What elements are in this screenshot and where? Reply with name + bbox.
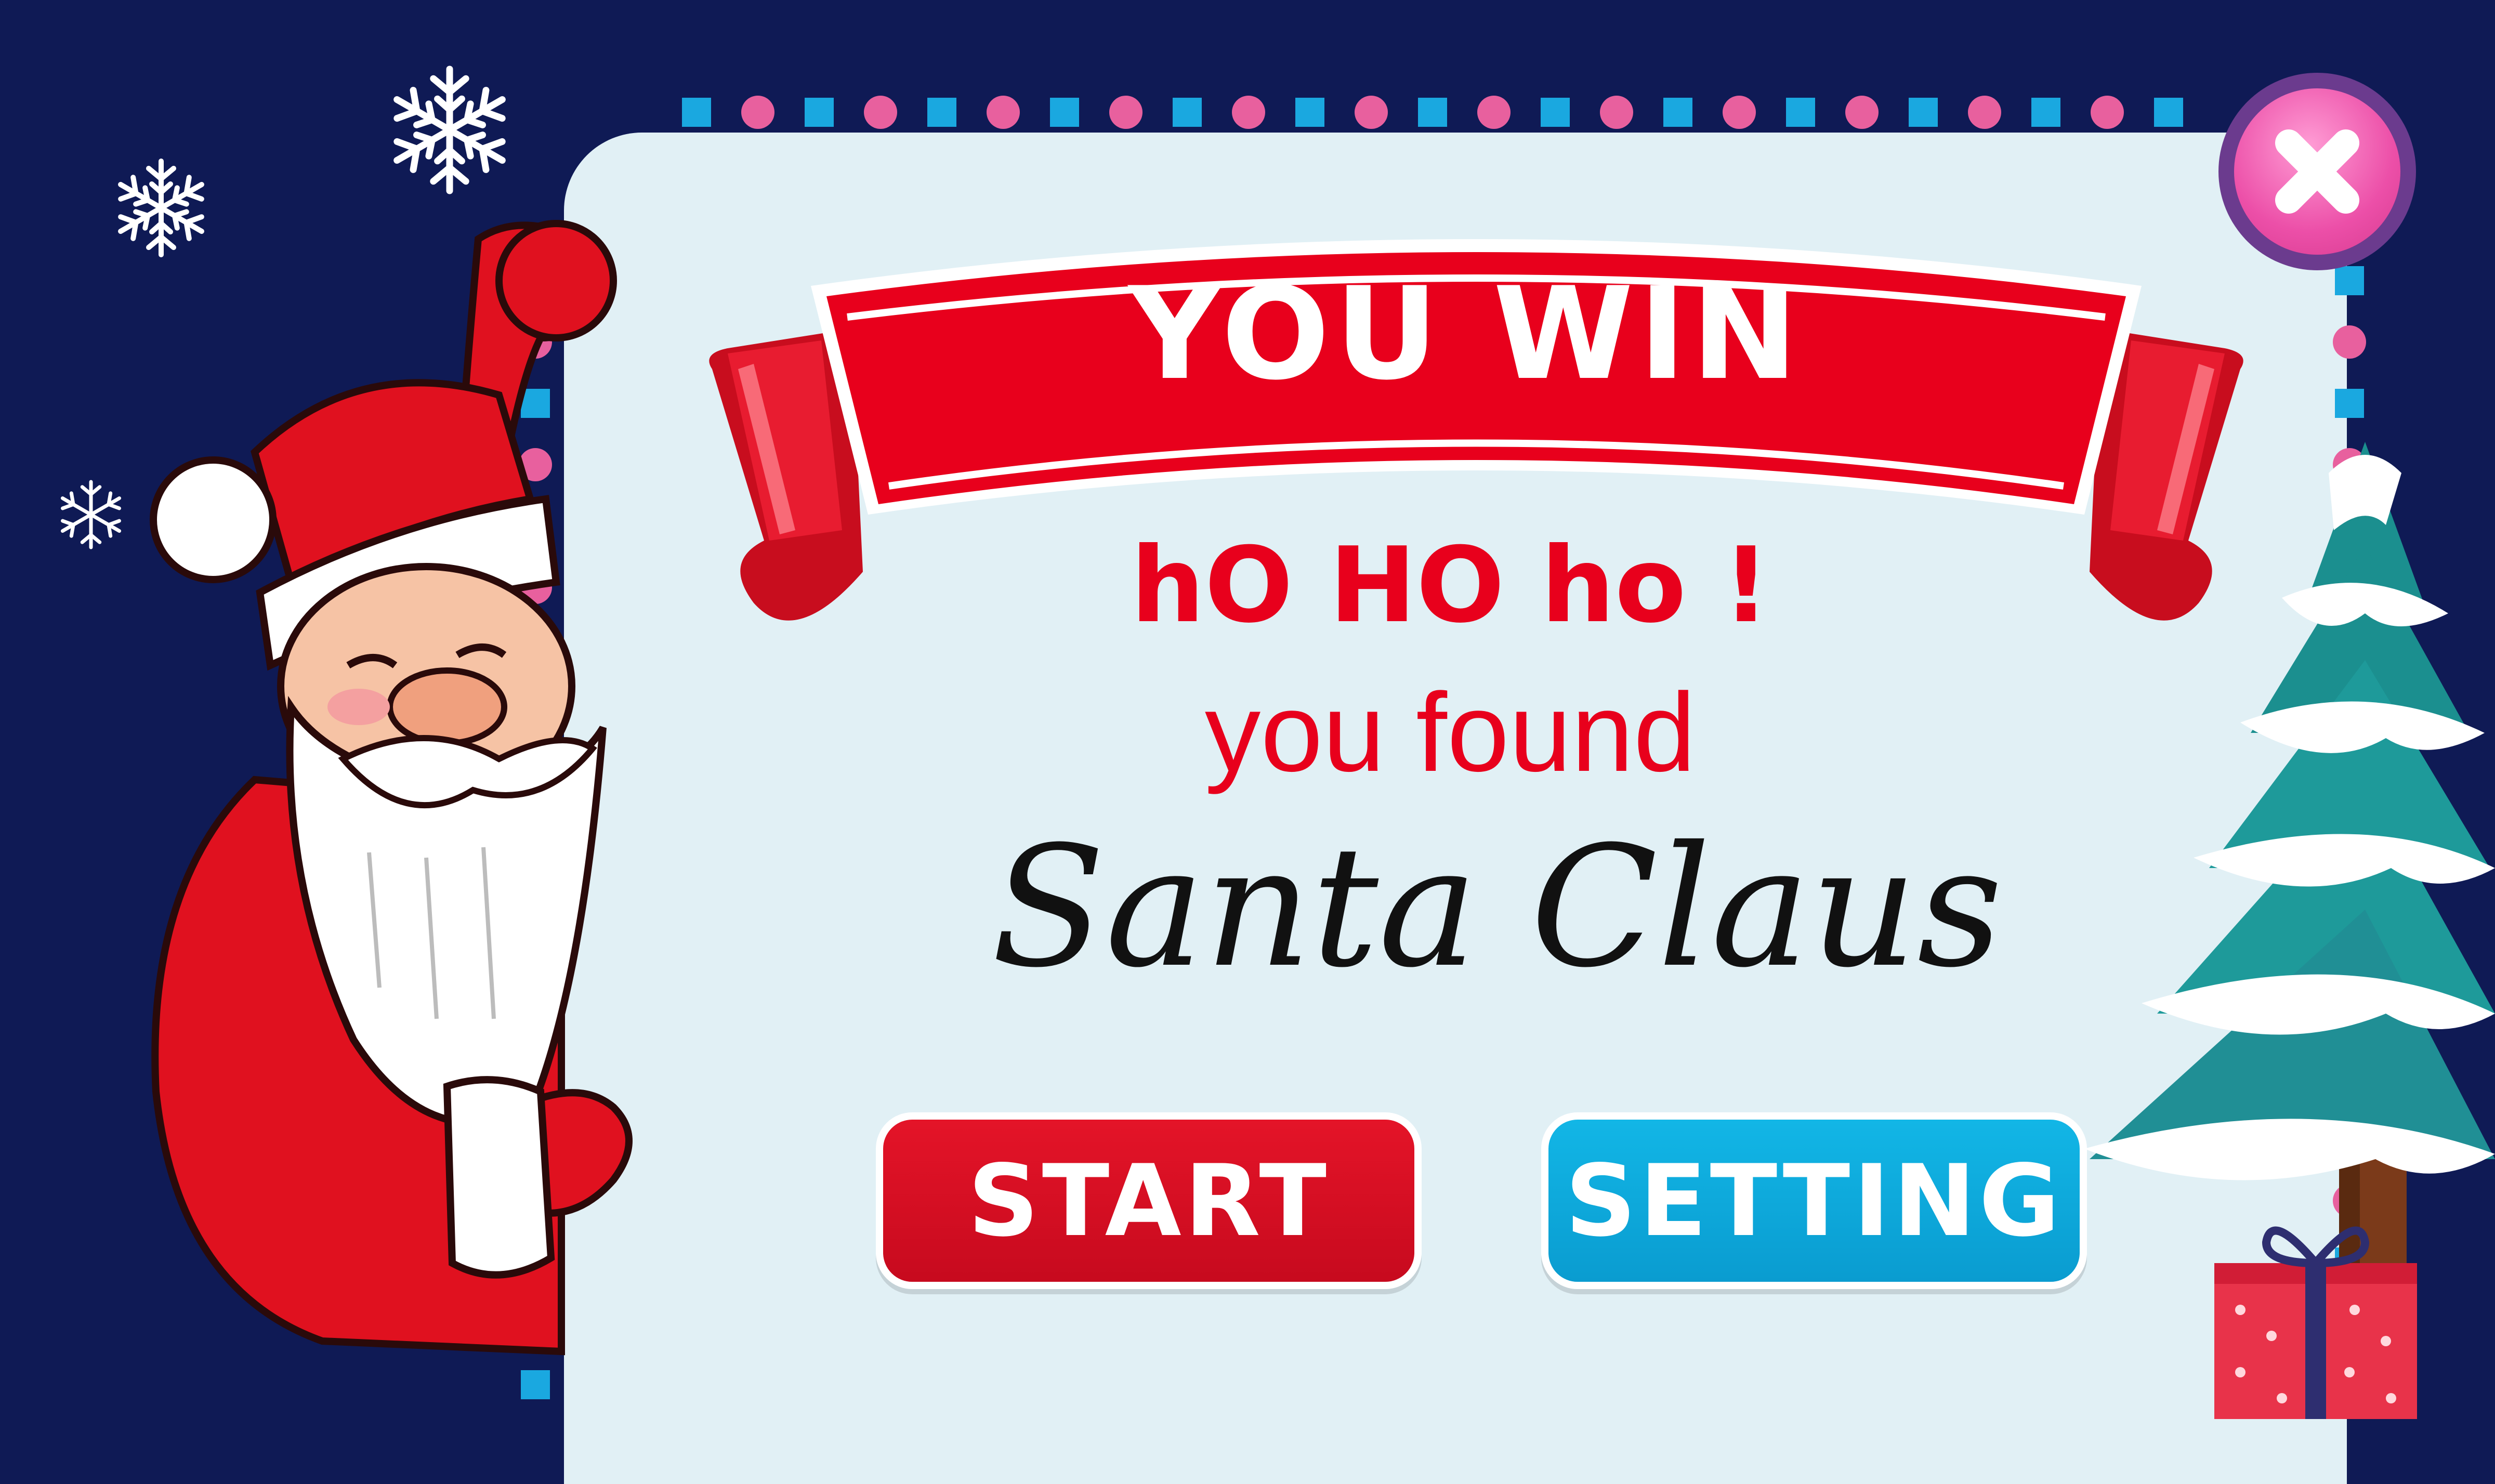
win-title: YOU WIN bbox=[1128, 260, 1803, 408]
frame-dot bbox=[1232, 96, 1265, 129]
frame-dot bbox=[1173, 98, 1202, 127]
character-name: Santa Claus bbox=[991, 811, 2003, 1004]
frame-dot bbox=[1968, 96, 2001, 129]
game-win-screen: YOU WIN hO HO ho ! you found Santa Claus… bbox=[0, 0, 2495, 1484]
frame-dot bbox=[864, 96, 897, 129]
found-text: you found bbox=[1204, 669, 1696, 795]
frame-dot bbox=[1786, 98, 1815, 127]
start-button-label: START bbox=[967, 1143, 1330, 1258]
close-button[interactable] bbox=[2218, 73, 2416, 270]
frame-dot bbox=[1418, 98, 1447, 127]
santa-claus-illustration bbox=[150, 220, 633, 1356]
frame-dot bbox=[927, 98, 956, 127]
frame-dot bbox=[1295, 98, 1324, 127]
frame-dot bbox=[2154, 98, 2183, 127]
frame-dot bbox=[1909, 98, 1938, 127]
close-icon bbox=[2275, 129, 2359, 214]
frame-dot bbox=[1663, 98, 1692, 127]
frame-dot bbox=[741, 96, 774, 129]
frame-dot bbox=[1109, 96, 1143, 129]
frame-dot bbox=[2031, 98, 2060, 127]
frame-dot bbox=[1050, 98, 1079, 127]
exclamation-text: hO HO ho ! bbox=[1131, 525, 1770, 646]
frame-dot bbox=[1477, 96, 1511, 129]
frame-dot bbox=[805, 98, 834, 127]
frame-dot bbox=[1541, 98, 1570, 127]
frame-dot bbox=[987, 96, 1020, 129]
frame-dot bbox=[1600, 96, 1633, 129]
setting-button-label: SETTING bbox=[1565, 1143, 2063, 1258]
frame-dot bbox=[1355, 96, 1388, 129]
frame-dot bbox=[2091, 96, 2124, 129]
frame-dot bbox=[2335, 389, 2364, 418]
setting-button[interactable]: SETTING bbox=[1541, 1112, 2087, 1289]
frame-dot bbox=[682, 98, 711, 127]
frame-dot bbox=[2333, 325, 2366, 359]
start-button[interactable]: START bbox=[876, 1112, 1422, 1289]
frame-dot bbox=[1845, 96, 1879, 129]
close-button-face bbox=[2234, 88, 2400, 255]
gift-box-icon bbox=[2214, 1226, 2417, 1419]
frame-dot bbox=[2335, 266, 2364, 295]
frame-dot bbox=[1723, 96, 1756, 129]
